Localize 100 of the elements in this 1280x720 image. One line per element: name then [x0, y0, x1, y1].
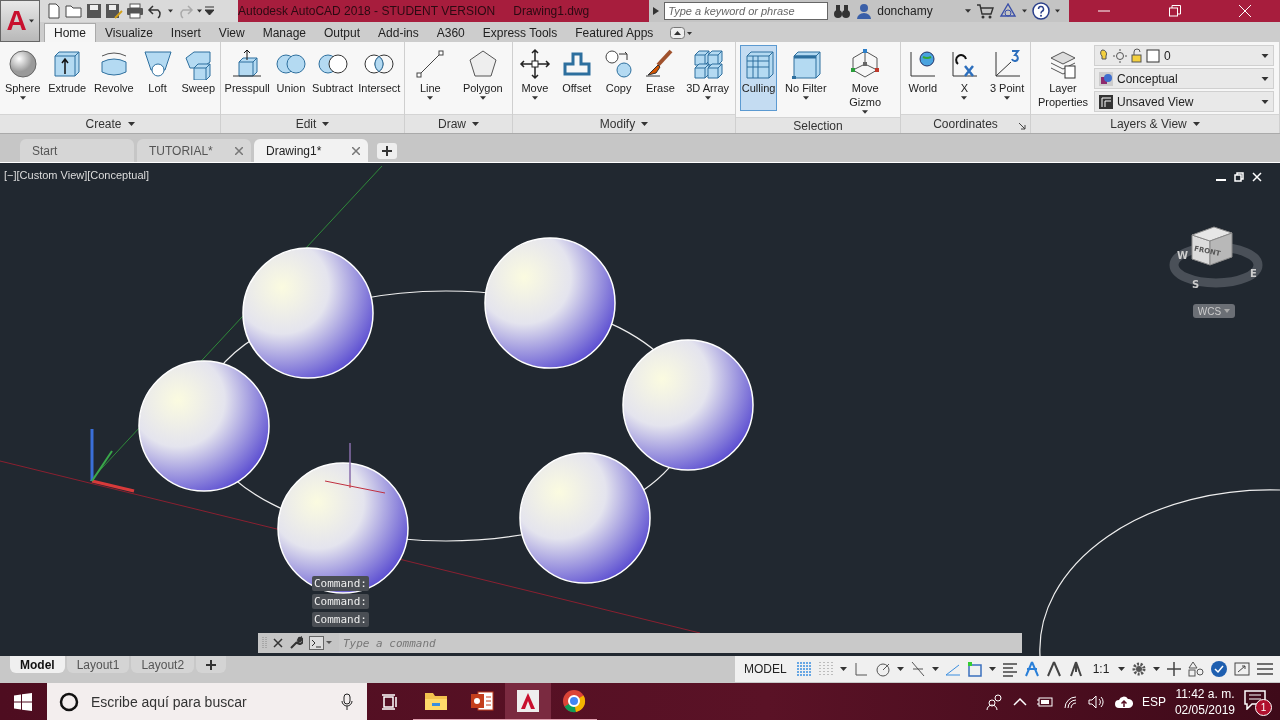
- ribbon-tool-button[interactable]: Sweep: [179, 45, 217, 111]
- ribbon-tab[interactable]: Home: [44, 23, 96, 42]
- clock-date[interactable]: 02/05/2019: [1174, 702, 1235, 718]
- taskbar-search-field[interactable]: Escribe aquí para buscar: [47, 683, 367, 720]
- expand-icon[interactable]: [653, 7, 660, 15]
- file-tab[interactable]: Drawing1*: [254, 139, 368, 162]
- view-cube[interactable]: [1191, 226, 1233, 266]
- clock-time[interactable]: 11:42 a. m.: [1175, 686, 1235, 702]
- ribbon-tool-button[interactable]: Move Gizmo: [834, 45, 897, 117]
- search-field[interactable]: Type a keyword or phrase: [664, 2, 829, 20]
- viewport-controls-label[interactable]: [−][Custom View][Conceptual]: [4, 169, 149, 181]
- gear-icon[interactable]: [1131, 661, 1148, 677]
- ribbon-tool-button[interactable]: Subtract: [310, 45, 356, 111]
- ribbon-tab[interactable]: Manage: [253, 23, 315, 42]
- compass-letter[interactable]: E: [1250, 268, 1257, 279]
- microphone-icon[interactable]: [341, 693, 353, 711]
- isolate-icon[interactable]: [1188, 661, 1205, 677]
- ribbon-options-icon[interactable]: [670, 27, 693, 39]
- open-folder-icon[interactable]: [65, 3, 83, 19]
- ribbon-tool-button[interactable]: Culling: [739, 45, 778, 111]
- ribbon-tool-button[interactable]: World: [904, 45, 941, 111]
- plus-icon[interactable]: [1166, 661, 1183, 677]
- ribbon-tab[interactable]: Express Tools: [473, 23, 567, 42]
- ribbon-tool-button[interactable]: Layer Properties: [1032, 45, 1094, 112]
- file-tab[interactable]: Start: [20, 139, 134, 162]
- new-layout-button[interactable]: [196, 656, 227, 673]
- notification-icon[interactable]: [1244, 690, 1266, 710]
- ribbon-tool-button[interactable]: Presspull: [222, 45, 272, 111]
- ribbon-tool-button[interactable]: Line: [412, 45, 449, 111]
- layer-dropdown[interactable]: 0: [1094, 45, 1274, 66]
- ribbon-tool-button[interactable]: 3 Point: [987, 45, 1027, 111]
- save-as-icon[interactable]: [105, 3, 123, 19]
- scale-button[interactable]: 1:1: [1089, 662, 1113, 676]
- connect-icon[interactable]: [998, 3, 1017, 19]
- language-indicator[interactable]: ESP: [1141, 695, 1166, 709]
- layout-tab[interactable]: Model: [10, 656, 65, 673]
- annotation-icon[interactable]: [1023, 661, 1040, 677]
- new-file-icon[interactable]: [46, 3, 62, 19]
- ribbon-tool-button[interactable]: Extrude: [46, 45, 89, 111]
- ribbon-tool-button[interactable]: Revolve: [91, 45, 136, 111]
- compass-letter[interactable]: S: [1192, 279, 1200, 290]
- style-dropdown[interactable]: Conceptual: [1094, 68, 1274, 89]
- ribbon-tab[interactable]: Output: [315, 23, 370, 42]
- tab-label[interactable]: Start: [32, 143, 58, 158]
- annotation-icon[interactable]: [1067, 661, 1084, 677]
- prompt-icon[interactable]: [309, 636, 333, 650]
- file-tab[interactable]: TUTORIAL*: [137, 139, 251, 162]
- restore-icon[interactable]: [1234, 172, 1244, 182]
- ribbon-tool-button[interactable]: Union: [272, 45, 309, 111]
- lines-icon[interactable]: [1001, 661, 1018, 677]
- wrench-icon[interactable]: [289, 636, 303, 650]
- user-icon[interactable]: [856, 3, 873, 19]
- view-dropdown[interactable]: Unsaved View: [1094, 91, 1274, 112]
- user-name[interactable]: donchamy: [877, 4, 933, 18]
- ribbon-tab[interactable]: Featured Apps: [566, 23, 663, 42]
- task-view-icon[interactable]: [381, 693, 399, 711]
- ribbon-tab[interactable]: Insert: [161, 23, 210, 42]
- annotation-icon[interactable]: [1045, 661, 1062, 677]
- compass-letter[interactable]: W: [1177, 250, 1189, 261]
- new-tab-button[interactable]: [377, 143, 397, 159]
- close-icon[interactable]: [273, 638, 283, 648]
- ribbon-tab[interactable]: Visualize: [96, 23, 162, 42]
- ribbon-tool-button[interactable]: 3D Array: [684, 45, 731, 111]
- ribbon-tool-button[interactable]: Loft: [139, 45, 176, 111]
- battery-icon[interactable]: [1035, 695, 1054, 709]
- taskbar-app[interactable]: [505, 683, 551, 720]
- ribbon-tab[interactable]: View: [209, 23, 254, 42]
- ribbon-tool-button[interactable]: X: [946, 45, 983, 111]
- wifi-icon[interactable]: [1062, 695, 1079, 709]
- grip-icon[interactable]: [262, 636, 267, 650]
- panel-title[interactable]: Modify: [599, 117, 636, 131]
- model-space-button[interactable]: MODEL: [741, 662, 790, 676]
- tab-label[interactable]: Drawing1*: [266, 143, 322, 158]
- cloud-upload-icon[interactable]: [1114, 695, 1133, 709]
- fullscreen-icon[interactable]: [1234, 661, 1251, 677]
- application-menu-button[interactable]: A: [0, 0, 40, 42]
- check-circle-icon[interactable]: [1210, 660, 1229, 678]
- menu-icon[interactable]: [1256, 661, 1275, 677]
- ribbon-tool-button[interactable]: Polygon: [460, 45, 505, 111]
- ribbon-tab[interactable]: A360: [427, 23, 474, 42]
- ribbon-tab[interactable]: Add-ins: [369, 23, 428, 42]
- ribbon-tool-button[interactable]: Intersect: [356, 45, 403, 111]
- tab-label[interactable]: TUTORIAL*: [149, 143, 213, 158]
- help-icon[interactable]: [1031, 2, 1050, 20]
- polar-icon[interactable]: [874, 661, 891, 677]
- chevron-up-icon[interactable]: [1012, 697, 1027, 707]
- panel-title[interactable]: Draw: [438, 117, 466, 131]
- print-icon[interactable]: [126, 3, 144, 19]
- ribbon-tool-button[interactable]: Offset: [558, 45, 595, 111]
- cart-icon[interactable]: [975, 3, 994, 19]
- windows-logo-icon[interactable]: [14, 693, 32, 711]
- dialog-launcher-icon[interactable]: [1019, 123, 1026, 130]
- people-icon[interactable]: [985, 694, 1004, 710]
- binoculars-icon[interactable]: [833, 3, 852, 19]
- layout-tab[interactable]: Layout2: [131, 656, 195, 673]
- ribbon-tool-button[interactable]: Sphere: [2, 45, 43, 111]
- ribbon-tool-button[interactable]: Move: [516, 45, 553, 111]
- ribbon-tool-button[interactable]: Copy: [600, 45, 637, 111]
- volume-icon[interactable]: [1087, 695, 1106, 709]
- panel-title[interactable]: Create: [85, 117, 122, 131]
